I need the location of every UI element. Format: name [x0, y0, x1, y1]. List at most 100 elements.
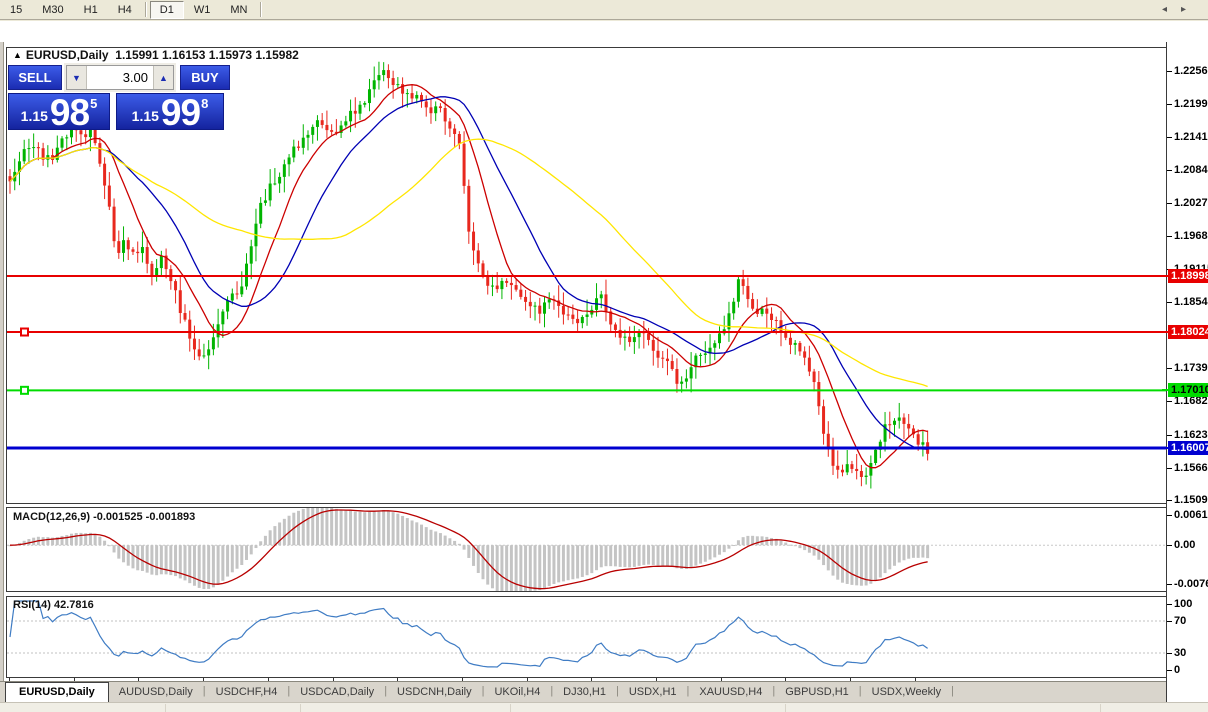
price-line-badge-1.17010: 1.17010 — [1168, 383, 1208, 397]
price-line-badge-1.18024: 1.18024 — [1168, 325, 1208, 339]
price-scale-label: 1.20840 — [1174, 163, 1208, 177]
chart-tab-gbpusd-h1[interactable]: GBPUSD,H1 — [775, 682, 859, 702]
macd-scale-label: 0.006193 — [1174, 508, 1208, 522]
axis-tick — [1167, 137, 1172, 138]
price-scale-label: 1.22565 — [1174, 64, 1208, 78]
timeframe-h4[interactable]: H4 — [108, 1, 142, 19]
tab-scroll-arrows: ◂▸ — [1162, 4, 1200, 15]
chart-window: ▲ EURUSD,Daily 1.15991 1.16153 1.15973 1.… — [0, 21, 1208, 681]
axis-tick — [1167, 468, 1172, 469]
line-handle-1.17010[interactable] — [21, 387, 28, 394]
buy-price-big: 99 — [161, 98, 200, 128]
tab-scroll-right-icon[interactable]: ▸ — [1181, 4, 1200, 15]
volume-stepper: ▼ ▲ — [66, 65, 174, 90]
axis-tick — [1167, 604, 1172, 605]
window-left-edge — [0, 42, 4, 702]
axis-tick — [1167, 670, 1172, 671]
axis-tick — [1167, 203, 1172, 204]
axis-tick — [1167, 435, 1172, 436]
axis-tick — [1167, 500, 1172, 501]
tab-scroll-left-icon[interactable]: ◂ — [1162, 4, 1181, 15]
badge-dash — [1162, 275, 1168, 277]
price-scale-label: 1.20270 — [1174, 196, 1208, 210]
price-scale-label: 1.18545 — [1174, 295, 1208, 309]
triangle-up-icon: ▲ — [159, 73, 168, 83]
axis-tick — [1167, 104, 1172, 105]
badge-dash — [1162, 447, 1168, 449]
axis-tick — [1167, 515, 1172, 516]
axis-tick — [1167, 584, 1172, 585]
toolbar-separator — [145, 2, 147, 17]
rsi-scale-label: 30 — [1174, 646, 1186, 660]
buy-price-small: 1.15 — [132, 109, 159, 123]
price-scale-label: 1.17390 — [1174, 361, 1208, 375]
chart-tab-usdcnh-daily[interactable]: USDCNH,Daily — [387, 682, 482, 702]
price-scale-label: 1.16235 — [1174, 428, 1208, 442]
buy-button[interactable]: BUY — [180, 65, 230, 90]
volume-increase-button[interactable]: ▲ — [153, 66, 173, 89]
toolbar-separator — [260, 2, 262, 17]
axis-tick — [1167, 621, 1172, 622]
sell-price-box[interactable]: 1.15985 — [8, 93, 110, 130]
price-scale-label: 1.21410 — [1174, 130, 1208, 144]
chart-tab-usdchf-h4[interactable]: USDCHF,H4 — [206, 682, 288, 702]
chart-tab-audusd-daily[interactable]: AUDUSD,Daily — [109, 682, 203, 702]
chart-tab-eurusd-daily[interactable]: EURUSD,Daily — [5, 682, 109, 702]
sell-button[interactable]: SELL — [8, 65, 62, 90]
chart-title: ▲ EURUSD,Daily 1.15991 1.16153 1.15973 1.… — [13, 48, 299, 62]
chart-title-ohlc: 1.15991 1.16153 1.15973 1.15982 — [115, 48, 299, 62]
axis-tick — [1167, 236, 1172, 237]
price-line-badge-1.18998: 1.18998 — [1168, 269, 1208, 283]
chart-tab-usdx-h1[interactable]: USDX,H1 — [619, 682, 687, 702]
rsi-canvas[interactable] — [7, 597, 1166, 677]
buy-price-sup: 8 — [201, 96, 208, 111]
chart-tab-xauusd-h4[interactable]: XAUUSD,H4 — [689, 682, 772, 702]
chart-tab-usdcad-daily[interactable]: USDCAD,Daily — [290, 682, 384, 702]
chart-tab-dj30-h1[interactable]: DJ30,H1 — [553, 682, 616, 702]
sell-price-big: 98 — [50, 98, 89, 128]
one-click-trading-panel: SELL ▼ ▲ BUY 1.15985 1.15998 — [8, 65, 230, 130]
timeframe-15[interactable]: 15 — [0, 1, 32, 19]
price-scale-label: 1.19685 — [1174, 229, 1208, 243]
triangle-down-icon: ▼ — [72, 73, 81, 83]
rsi-label: RSI(14) 42.7816 — [13, 599, 94, 611]
axis-tick — [1167, 368, 1172, 369]
rsi-indicator-panel[interactable] — [6, 596, 1167, 678]
timeframe-toolbar: 15M30H1H4 D1W1MN — [0, 0, 1208, 20]
tab-separator: | — [951, 682, 954, 702]
badge-dash — [1162, 389, 1168, 391]
rsi-scale-label: 100 — [1174, 597, 1192, 611]
axis-tick — [1167, 653, 1172, 654]
macd-label: MACD(12,26,9) -0.001525 -0.001893 — [13, 511, 195, 523]
price-scale-label: 1.15095 — [1174, 493, 1208, 507]
axis-tick — [1167, 545, 1172, 546]
price-scale-label: 1.15665 — [1174, 461, 1208, 475]
price-axis: 1.22565 1.21995 1.21410 1.20840 1.20270 1.196… — [1166, 42, 1208, 702]
timeframe-m30[interactable]: M30 — [32, 1, 73, 19]
line-handle-1.18024[interactable] — [21, 329, 28, 336]
chart-tab-usdx-weekly[interactable]: USDX,Weekly — [862, 682, 951, 702]
chart-tab-ukoil-h4[interactable]: UKOil,H4 — [484, 682, 550, 702]
rsi-line — [10, 601, 928, 667]
timeframe-d1[interactable]: D1 — [150, 1, 184, 19]
price-scale-label: 1.21995 — [1174, 97, 1208, 111]
timeframe-w1[interactable]: W1 — [184, 1, 221, 19]
buy-price-box[interactable]: 1.15998 — [116, 93, 224, 130]
volume-input[interactable] — [87, 66, 153, 89]
macd-scale-label: 0.00 — [1174, 538, 1195, 552]
chart-tab-bar: EURUSD,DailyAUDUSD,Daily|USDCHF,H4|USDCA… — [0, 681, 1208, 702]
timeframe-mn[interactable]: MN — [220, 1, 257, 19]
timeframe-h1[interactable]: H1 — [74, 1, 108, 19]
collapse-triangle-icon: ▲ — [13, 50, 22, 60]
axis-tick — [1167, 401, 1172, 402]
macd-scale-label: -0.00762 — [1174, 577, 1208, 591]
rsi-scale-label: 70 — [1174, 614, 1186, 628]
badge-dash — [1162, 331, 1168, 333]
axis-tick — [1167, 302, 1172, 303]
sell-price-sup: 5 — [90, 96, 97, 111]
axis-tick — [1167, 170, 1172, 171]
sell-price-small: 1.15 — [21, 109, 48, 123]
chart-title-symbol: EURUSD,Daily — [26, 48, 109, 62]
volume-decrease-button[interactable]: ▼ — [67, 66, 87, 89]
axis-tick — [1167, 71, 1172, 72]
